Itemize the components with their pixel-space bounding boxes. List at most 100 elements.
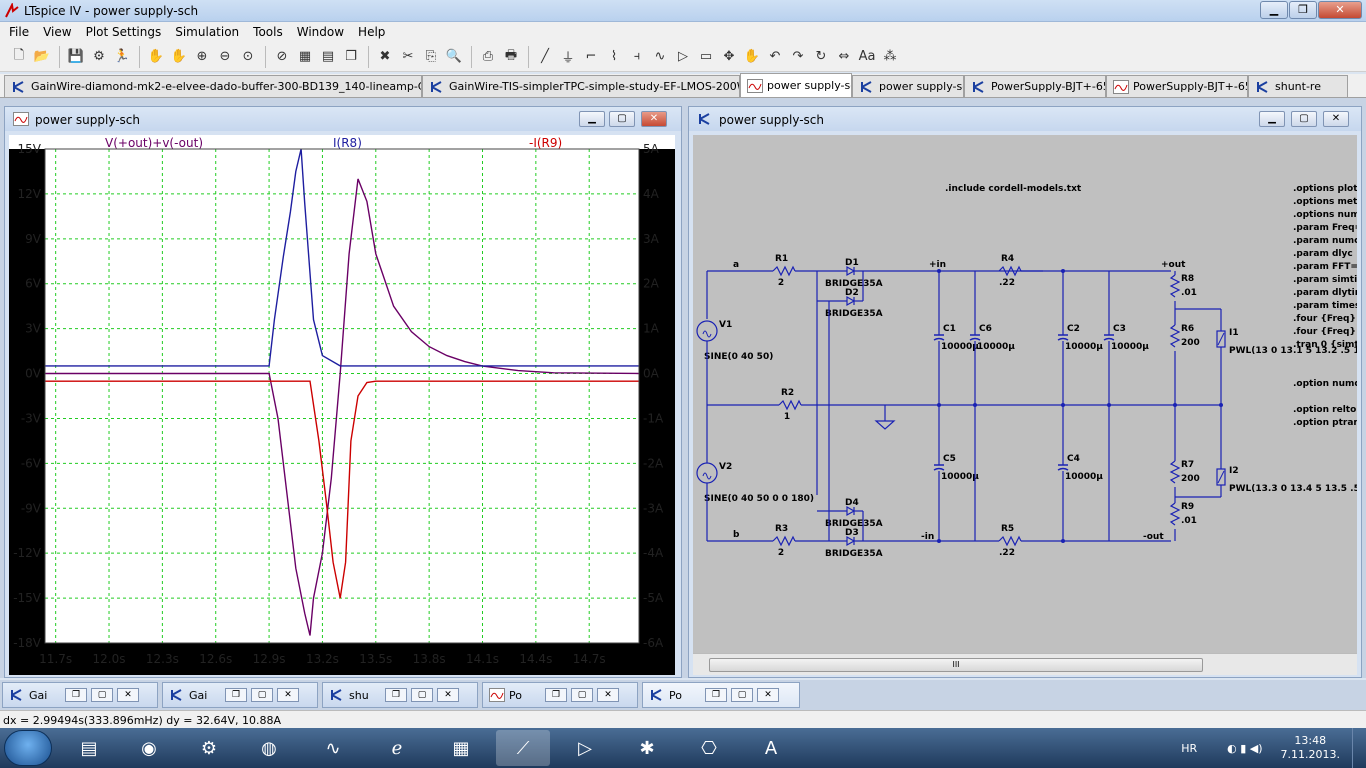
doc-tab[interactable]: PowerSupply-BJT+-65V <box>1106 75 1248 97</box>
plot-pane[interactable]: 15V 12V 9V 6V 3V 0V -3V -6V -9V -12V -15V -18V 5A 4A 3… <box>9 135 675 675</box>
explorer-taskbar-icon[interactable]: ▤ <box>62 730 116 766</box>
spice-directive[interactable]: .param times <box>1293 301 1360 311</box>
drag-icon[interactable]: ✋ <box>741 46 763 68</box>
plot-close-button[interactable]: ✕ <box>641 111 667 127</box>
new-schematic-icon[interactable]: 🗋 <box>8 46 30 68</box>
minimized-maximize-button[interactable]: ▢ <box>251 688 273 702</box>
start-button[interactable] <box>4 730 52 766</box>
redo-icon[interactable]: ↷ <box>787 46 809 68</box>
pan-icon[interactable]: ✋ <box>168 46 190 68</box>
doc-tab[interactable]: power supply-sch <box>740 73 852 97</box>
autorange-icon[interactable]: ▦ <box>294 46 316 68</box>
spice-directive[interactable]: .four {Freq} 4 <box>1293 327 1365 337</box>
minimized-maximize-button[interactable]: ▢ <box>731 688 753 702</box>
minimized-restore-button[interactable]: ❐ <box>385 688 407 702</box>
doc-tab[interactable]: PowerSupply-BJT+-65V <box>964 75 1106 97</box>
capacitor-icon[interactable]: ⫞ <box>626 46 648 68</box>
app3-taskbar-icon[interactable]: ⚙ <box>182 730 236 766</box>
halt-icon[interactable]: ✋ <box>145 46 167 68</box>
trace-label[interactable]: -I(R9) <box>529 136 562 150</box>
app9-taskbar-icon[interactable]: ▷ <box>558 730 612 766</box>
minimized-window[interactable]: Po ❐ ▢ ✕ <box>482 682 638 708</box>
minimized-close-button[interactable]: ✕ <box>277 688 299 702</box>
spice-directive[interactable]: .option reltol <box>1293 405 1359 415</box>
menu-file[interactable]: File <box>2 25 36 39</box>
minimized-window[interactable]: Gai ❐ ▢ ✕ <box>162 682 318 708</box>
print-setup-icon[interactable]: ⎙ <box>477 46 499 68</box>
trace-label[interactable]: V(+out)+v(-out) <box>105 136 203 150</box>
move-icon[interactable]: ✥ <box>718 46 740 68</box>
tray-icons[interactable]: ◐ ▮ ◀) <box>1227 742 1262 755</box>
spice-directive-icon[interactable]: ⁂ <box>879 46 901 68</box>
copy-icon[interactable]: ⎘ <box>420 46 442 68</box>
minimized-restore-button[interactable]: ❐ <box>65 688 87 702</box>
text-icon[interactable]: Aa <box>856 46 878 68</box>
close-all-icon[interactable]: ✖ <box>374 46 396 68</box>
spice-directive[interactable]: .param Freq= <box>1293 223 1362 233</box>
zoom-in-icon[interactable]: ⊕ <box>191 46 213 68</box>
spice-directive[interactable]: .param simti <box>1293 275 1357 285</box>
language-indicator[interactable]: HR <box>1181 742 1197 755</box>
plot-maximize-button[interactable]: ▢ <box>609 111 635 127</box>
diode-icon[interactable]: ▷ <box>672 46 694 68</box>
spice-directive[interactable]: .option numd <box>1293 379 1361 389</box>
app2-taskbar-icon[interactable]: ◉ <box>122 730 176 766</box>
spice-directive[interactable]: .param FFT= <box>1293 262 1358 272</box>
spice-directive[interactable]: .param dlytin <box>1293 288 1361 298</box>
open-icon[interactable]: 📂 <box>31 46 53 68</box>
show-desktop-button[interactable] <box>1352 728 1366 768</box>
app12-taskbar-icon[interactable]: A <box>744 730 798 766</box>
save-icon[interactable]: 💾 <box>65 46 87 68</box>
minimize-button[interactable]: ▁ <box>1260 1 1288 19</box>
minimized-maximize-button[interactable]: ▢ <box>571 688 593 702</box>
spice-directive[interactable]: .four {Freq} V <box>1293 314 1366 324</box>
waveform-chart[interactable]: 15V 12V 9V 6V 3V 0V -3V -6V -9V -12V -15V -18V 5A 4A 3… <box>9 135 675 675</box>
minimized-close-button[interactable]: ✕ <box>757 688 779 702</box>
spice-directive[interactable]: .options num <box>1293 210 1360 220</box>
minimized-close-button[interactable]: ✕ <box>597 688 619 702</box>
undo-icon[interactable]: ↶ <box>764 46 786 68</box>
schematic-close-button[interactable]: ✕ <box>1323 111 1349 127</box>
zoom-fit-icon[interactable]: ⊙ <box>237 46 259 68</box>
trace-label[interactable]: I(R8) <box>333 136 362 150</box>
mirror-icon[interactable]: ⇔ <box>833 46 855 68</box>
zoom-cancel-icon[interactable]: ⊘ <box>271 46 293 68</box>
cut-icon[interactable]: ✂ <box>397 46 419 68</box>
app7-taskbar-icon[interactable]: ▦ <box>434 730 488 766</box>
schematic-canvas[interactable]: R1 2 D1 BRIDGE35A R4 .22 a +in +out R3 2 R5 .22 b -in -… <box>693 135 1366 653</box>
spice-directive[interactable]: .tran 0 {simti <box>1293 340 1362 350</box>
print-icon[interactable]: 🖶 <box>500 46 522 68</box>
spice-directive[interactable]: .options met <box>1293 197 1358 207</box>
minimized-window[interactable]: Gai ❐ ▢ ✕ <box>2 682 158 708</box>
minimized-window[interactable]: Po ❐ ▢ ✕ <box>642 682 800 708</box>
minimized-window[interactable]: shu ❐ ▢ ✕ <box>322 682 478 708</box>
doc-tab[interactable]: GainWire-TIS-simplerTPC-simple-study-EF-… <box>422 75 740 97</box>
spice-directive[interactable]: .param numc <box>1293 236 1360 246</box>
oscilloscope-taskbar-icon[interactable]: ∿ <box>306 730 360 766</box>
wire-icon[interactable]: ╱ <box>534 46 556 68</box>
minimized-restore-button[interactable]: ❐ <box>705 688 727 702</box>
minimized-restore-button[interactable]: ❐ <box>545 688 567 702</box>
menu-tools[interactable]: Tools <box>246 25 290 39</box>
find-icon[interactable]: 🔍 <box>443 46 465 68</box>
doc-tab[interactable]: power supply-sch <box>852 75 964 97</box>
cascade-icon[interactable]: ❐ <box>340 46 362 68</box>
acrobat-taskbar-icon[interactable]: ⎔ <box>682 730 736 766</box>
horizontal-scrollbar[interactable]: III <box>693 653 1357 675</box>
label-icon[interactable]: ⌐ <box>580 46 602 68</box>
run-icon[interactable]: 🏃 <box>111 46 133 68</box>
ground-icon[interactable]: ⏚ <box>557 46 579 68</box>
doc-tab[interactable]: GainWire-diamond-mk2-e-elvee-dado-buffer… <box>4 75 422 97</box>
menu-help[interactable]: Help <box>351 25 392 39</box>
ie-taskbar-icon[interactable]: ℯ <box>370 730 424 766</box>
app4-taskbar-icon[interactable]: ◍ <box>242 730 296 766</box>
clock[interactable]: 13:48 7.11.2013. <box>1281 734 1340 762</box>
minimized-maximize-button[interactable]: ▢ <box>91 688 113 702</box>
include-directive[interactable]: .include cordell-models.txt <box>945 184 1082 194</box>
spice-directive[interactable]: .option ptran <box>1293 418 1360 428</box>
menu-window[interactable]: Window <box>290 25 351 39</box>
zoom-out-icon[interactable]: ⊖ <box>214 46 236 68</box>
scrollbar-thumb[interactable]: III <box>709 658 1203 672</box>
rotate-icon[interactable]: ↻ <box>810 46 832 68</box>
tile-horizontal-icon[interactable]: ▤ <box>317 46 339 68</box>
